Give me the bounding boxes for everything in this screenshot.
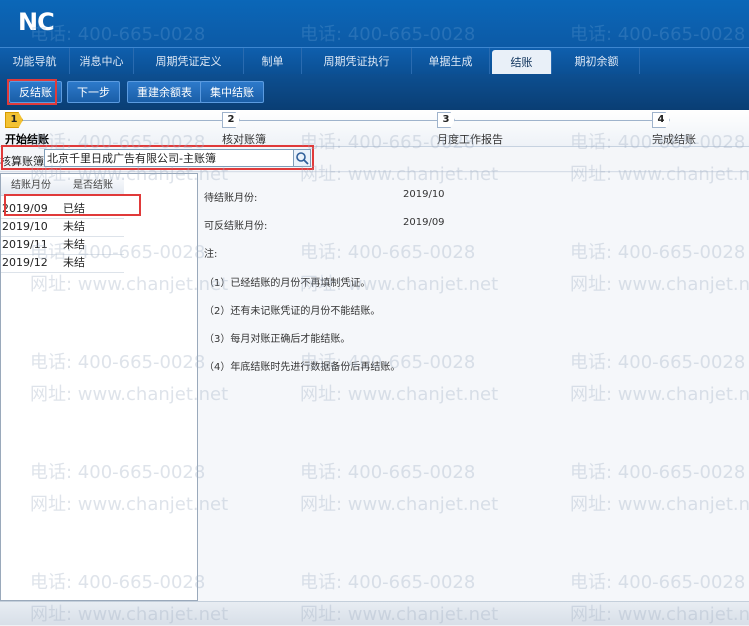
account-book-label: 核算账簿	[0, 155, 44, 168]
tab-bar: 功能导航 消息中心 周期凭证定义 制单 周期凭证执行 单据生成 结账 期初余额	[0, 47, 749, 75]
note-1: （1）已经结账的月份不再填制凭证。	[204, 278, 371, 289]
step-2-marker: 2	[222, 112, 240, 128]
top-header: NC	[0, 0, 749, 47]
table-row[interactable]: 2019/11 未结	[1, 236, 124, 255]
search-icon	[296, 152, 309, 165]
row-month: 2019/09	[2, 202, 48, 215]
row-month: 2019/10	[2, 220, 48, 233]
table-row[interactable]: 2019/12 未结	[1, 254, 124, 273]
pending-month-value: 2019/10	[403, 189, 445, 200]
account-book-input[interactable]: 北京千里日成广告有限公司-主账簿	[44, 149, 294, 167]
wizard-steps: 1 开始结账 2 核对账簿 3 月度工作报告 4 完成结账	[0, 110, 749, 147]
step-3-marker: 3	[437, 112, 455, 128]
step-3-label: 月度工作报告	[437, 133, 503, 146]
toolbar: 反结账 下一步 重建余额表 集中结账	[0, 74, 749, 110]
note-2: （2）还有未记账凭证的月份不能结账。	[204, 306, 381, 317]
tab-message-center[interactable]: 消息中心	[70, 48, 134, 75]
pending-month-label: 待结账月份:	[204, 193, 258, 204]
reversible-month-label: 可反结账月份:	[204, 221, 268, 232]
row-status: 已结	[63, 202, 85, 215]
batch-close-button[interactable]: 集中结账	[200, 81, 264, 103]
info-panel: 待结账月份: 2019/10 可反结账月份: 2019/09 注: （1）已经结…	[198, 173, 749, 601]
row-status: 未结	[63, 238, 85, 251]
step-1-label: 开始结账	[5, 133, 49, 146]
account-book-row: 核算账簿 北京千里日成广告有限公司-主账簿	[0, 147, 749, 172]
status-bar	[0, 601, 749, 625]
search-button[interactable]	[293, 149, 311, 167]
step-4-marker: 4	[652, 112, 670, 128]
tab-periodic-voucher-exec[interactable]: 周期凭证执行	[302, 48, 412, 75]
step-connector-line	[14, 120, 664, 121]
note-label: 注:	[204, 249, 218, 260]
header-close-month: 结账月份	[11, 180, 51, 191]
note-3: （3）每月对账正确后才能结账。	[204, 334, 351, 345]
tab-periodic-voucher-def[interactable]: 周期凭证定义	[134, 48, 244, 75]
table-row[interactable]: 2019/10 未结	[1, 218, 124, 237]
tab-make-voucher[interactable]: 制单	[244, 48, 302, 75]
table-row[interactable]: 2019/09 已结	[1, 200, 124, 219]
tab-doc-generate[interactable]: 单据生成	[412, 48, 490, 75]
step-1-marker: 1	[5, 112, 23, 128]
row-status: 未结	[63, 256, 85, 269]
rebuild-balance-button[interactable]: 重建余额表	[127, 81, 202, 103]
anti-close-button[interactable]: 反结账	[9, 81, 62, 103]
table-header: 结账月份 是否结账	[1, 177, 124, 196]
header-is-closed: 是否结账	[73, 180, 113, 191]
note-4: （4）年底结账时先进行数据备份后再结账。	[204, 362, 401, 373]
close-month-table: 结账月份 是否结账 2019/09 已结 2019/10 未结 2019/11 …	[0, 173, 198, 601]
row-status: 未结	[63, 220, 85, 233]
next-step-button[interactable]: 下一步	[67, 81, 120, 103]
tab-function-nav[interactable]: 功能导航	[0, 48, 70, 75]
step-2-label: 核对账簿	[222, 133, 266, 146]
tab-opening-balance[interactable]: 期初余额	[554, 48, 640, 75]
row-month: 2019/11	[2, 238, 48, 251]
nc-logo: NC	[18, 8, 55, 36]
tab-close-account[interactable]: 结账	[492, 50, 552, 75]
reversible-month-value: 2019/09	[403, 217, 445, 228]
row-month: 2019/12	[2, 256, 48, 269]
step-4-label: 完成结账	[652, 133, 696, 146]
